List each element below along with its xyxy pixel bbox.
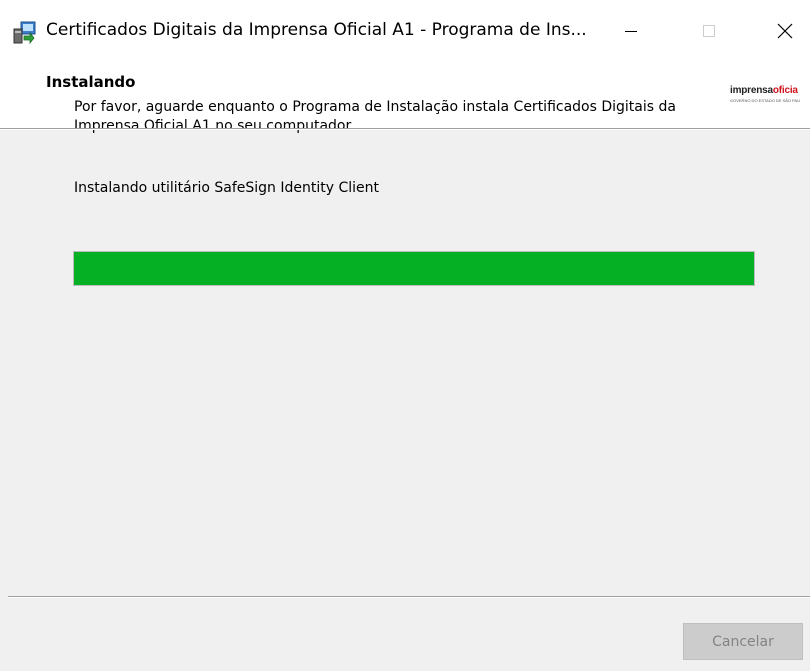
logo-name: imprensaoficia — [730, 85, 810, 96]
maximize-button — [686, 0, 732, 61]
install-progress-bar — [73, 251, 755, 286]
minimize-button[interactable] — [608, 0, 654, 61]
footer-divider-highlight — [8, 597, 810, 598]
title-bar[interactable]: Certificados Digitais da Imprensa Oficia… — [0, 0, 810, 61]
header-divider-highlight — [0, 129, 810, 130]
header-panel: Instalando Por favor, aguarde enquanto o… — [0, 61, 810, 134]
minimize-icon — [625, 30, 637, 32]
logo-tagline: GOVERNO DO ESTADO DE SÃO PAU — [730, 98, 801, 103]
logo-name-part1: imprensa — [730, 85, 773, 96]
close-icon — [777, 23, 793, 38]
close-button[interactable] — [762, 0, 808, 61]
installer-window: Certificados Digitais da Imprensa Oficia… — [0, 0, 810, 671]
installer-icon[interactable] — [12, 20, 38, 46]
step-description: Por favor, aguarde enquanto o Programa d… — [74, 99, 676, 134]
maximize-icon — [703, 24, 715, 37]
cancel-button[interactable]: Cancelar — [683, 623, 803, 660]
imprensa-oficial-logo: imprensaoficia GOVERNO DO ESTADO DE SÃO … — [730, 85, 810, 113]
progress-fill — [74, 252, 754, 285]
step-heading: Instalando — [46, 73, 136, 91]
logo-name-part2: oficia — [772, 85, 798, 96]
window-title: Certificados Digitais da Imprensa Oficia… — [46, 20, 587, 40]
install-status-text: Instalando utilitário SafeSign Identity … — [74, 180, 379, 196]
